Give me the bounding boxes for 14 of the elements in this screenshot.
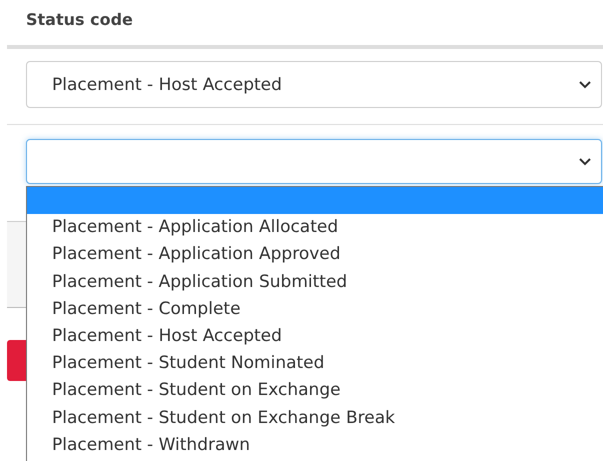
filter-dropdown[interactable] [26,139,602,184]
dropdown-option[interactable]: Placement - Student on Exchange Break [27,404,603,432]
dropdown-option[interactable]: Placement - Application Allocated [27,214,603,242]
status-dropdown[interactable]: Placement - Host Accepted [26,61,602,108]
dropdown-option[interactable]: Placement - Student on Exchange [27,377,603,404]
dropdown-option[interactable]: Placement - Application Approved [27,241,603,269]
chevron-icon [579,80,591,88]
chevron-icon [579,158,591,166]
dropdown-option[interactable]: Placement - Student Nominated [27,350,603,378]
column-heading: Status code [26,10,133,28]
dropdown-option[interactable]: Placement - Withdrawn [27,432,603,459]
dropdown-option[interactable]: Placement - Complete [27,296,603,323]
dropdown-option[interactable]: Placement - Application Submitted [27,268,603,296]
dropdown-option[interactable]: Placement - Host Accepted [27,322,603,350]
